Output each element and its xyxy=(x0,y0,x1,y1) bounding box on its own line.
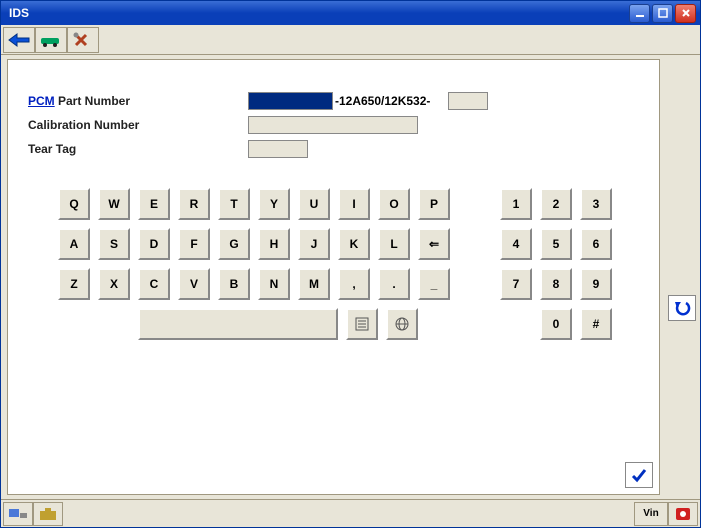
key-t[interactable]: T xyxy=(218,188,250,220)
calibration-input[interactable] xyxy=(248,116,418,134)
key-c[interactable]: C xyxy=(138,268,170,300)
key-globe-icon[interactable] xyxy=(386,308,418,340)
key-o[interactable]: O xyxy=(378,188,410,220)
system-button[interactable] xyxy=(3,502,33,526)
key-y[interactable]: Y xyxy=(258,188,290,220)
key-h[interactable]: H xyxy=(258,228,290,260)
key-4[interactable]: 4 xyxy=(500,228,532,260)
back-tool-button[interactable] xyxy=(3,27,35,53)
vehicle-tool-button[interactable] xyxy=(35,27,67,53)
content-area: PCM Part Number -12A650/12K532- Calibrat… xyxy=(1,55,700,499)
key-w[interactable]: W xyxy=(98,188,130,220)
teartag-row: Tear Tag xyxy=(28,138,639,160)
close-button[interactable] xyxy=(675,4,696,23)
key-hash[interactable]: # xyxy=(580,308,612,340)
onscreen-keyboard: Q W E R T Y U I O P A xyxy=(58,188,639,348)
key-2[interactable]: 2 xyxy=(540,188,572,220)
app-window: IDS PCM Part Number -12A65 xyxy=(0,0,701,528)
key-d[interactable]: D xyxy=(138,228,170,260)
key-u[interactable]: U xyxy=(298,188,330,220)
numpad: 1 2 3 4 5 6 7 8 9 xyxy=(500,188,612,348)
key-v[interactable]: V xyxy=(178,268,210,300)
undo-button[interactable] xyxy=(668,295,696,321)
pcm-suffix-input[interactable] xyxy=(448,92,488,110)
pcm-link[interactable]: PCM xyxy=(28,94,55,108)
key-s[interactable]: S xyxy=(98,228,130,260)
main-panel: PCM Part Number -12A650/12K532- Calibrat… xyxy=(7,59,660,495)
calibration-row: Calibration Number xyxy=(28,114,639,136)
key-a[interactable]: A xyxy=(58,228,90,260)
key-8[interactable]: 8 xyxy=(540,268,572,300)
key-0[interactable]: 0 xyxy=(540,308,572,340)
key-i[interactable]: I xyxy=(338,188,370,220)
key-comma[interactable]: , xyxy=(338,268,370,300)
record-button[interactable] xyxy=(668,502,698,526)
key-5[interactable]: 5 xyxy=(540,228,572,260)
key-j[interactable]: J xyxy=(298,228,330,260)
key-k[interactable]: K xyxy=(338,228,370,260)
key-b[interactable]: B xyxy=(218,268,250,300)
titlebar: IDS xyxy=(1,1,700,25)
pcm-prefix-input[interactable] xyxy=(248,92,333,110)
pcm-middle-text: -12A650/12K532- xyxy=(335,94,430,108)
key-9[interactable]: 9 xyxy=(580,268,612,300)
teartag-label: Tear Tag xyxy=(28,142,248,156)
minimize-button[interactable] xyxy=(629,4,650,23)
key-period[interactable]: . xyxy=(378,268,410,300)
calibration-label: Calibration Number xyxy=(28,118,248,132)
key-p[interactable]: P xyxy=(418,188,450,220)
alpha-keys: Q W E R T Y U I O P A xyxy=(58,188,450,348)
key-underscore[interactable]: _ xyxy=(418,268,450,300)
key-l[interactable]: L xyxy=(378,228,410,260)
key-g[interactable]: G xyxy=(218,228,250,260)
toolbox-button[interactable] xyxy=(33,502,63,526)
key-q[interactable]: Q xyxy=(58,188,90,220)
pcm-label: PCM Part Number xyxy=(28,94,248,108)
toolbar xyxy=(1,25,700,55)
confirm-check-button[interactable] xyxy=(625,462,653,488)
key-m[interactable]: M xyxy=(298,268,330,300)
tools-tool-button[interactable] xyxy=(67,27,99,53)
key-7[interactable]: 7 xyxy=(500,268,532,300)
vin-button[interactable]: Vin xyxy=(634,502,668,526)
key-e[interactable]: E xyxy=(138,188,170,220)
teartag-input[interactable] xyxy=(248,140,308,158)
bottombar: Vin xyxy=(1,499,700,527)
side-strip xyxy=(664,55,700,499)
window-title: IDS xyxy=(5,6,627,20)
key-6[interactable]: 6 xyxy=(580,228,612,260)
pcm-row: PCM Part Number -12A650/12K532- xyxy=(28,90,639,112)
maximize-button[interactable] xyxy=(652,4,673,23)
key-1[interactable]: 1 xyxy=(500,188,532,220)
key-z[interactable]: Z xyxy=(58,268,90,300)
pcm-label-text: Part Number xyxy=(55,94,130,108)
key-list-icon[interactable] xyxy=(346,308,378,340)
key-3[interactable]: 3 xyxy=(580,188,612,220)
key-r[interactable]: R xyxy=(178,188,210,220)
key-n[interactable]: N xyxy=(258,268,290,300)
key-backspace[interactable]: ⇐ xyxy=(418,228,450,260)
key-x[interactable]: X xyxy=(98,268,130,300)
key-f[interactable]: F xyxy=(178,228,210,260)
numpad-spacer xyxy=(500,308,532,340)
key-space[interactable] xyxy=(138,308,338,340)
